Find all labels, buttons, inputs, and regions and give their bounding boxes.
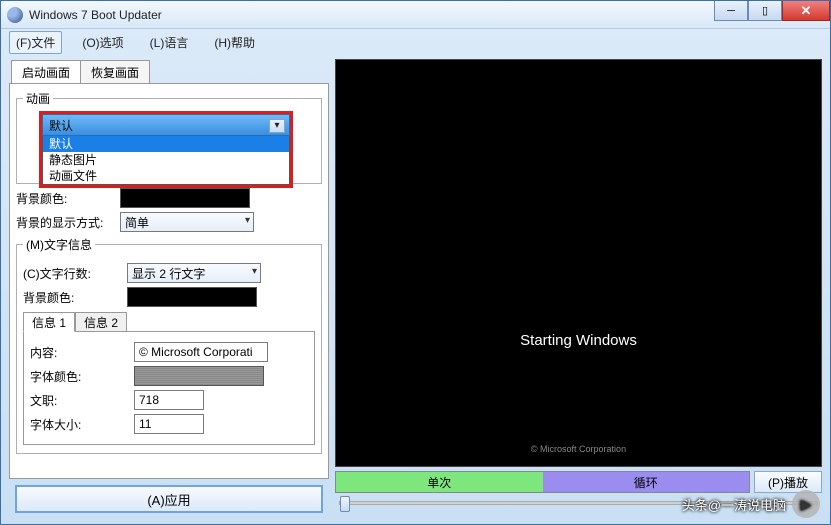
label-textlines: (C)文字行数: xyxy=(23,265,119,282)
animation-dropdown-open: 默认 ▾ 默认 静态图片 动画文件 xyxy=(39,111,293,188)
once-button[interactable]: 单次 xyxy=(336,472,543,492)
animation-legend: 动画 xyxy=(23,90,53,107)
preview-area: Starting Windows © Microsoft Corporation xyxy=(335,59,822,467)
loop-button[interactable]: 循环 xyxy=(543,472,750,492)
window-title: Windows 7 Boot Updater xyxy=(29,8,162,22)
textlines-combo[interactable]: 显示 2 行文字▾ xyxy=(127,263,261,283)
app-window: Windows 7 Boot Updater ─ ▯ ✕ (F)文件 (O)选项… xyxy=(0,0,831,525)
menu-bar: (F)文件 (O)选项 (L)语言 (H)帮助 xyxy=(1,29,830,55)
chevron-down-icon: ▾ xyxy=(252,266,257,277)
window-buttons: ─ ▯ ✕ xyxy=(714,1,830,21)
content-input[interactable] xyxy=(134,342,268,362)
maximize-button[interactable]: ▯ xyxy=(748,1,782,21)
menu-file[interactable]: (F)文件 xyxy=(9,31,62,54)
app-icon xyxy=(7,7,23,23)
row-textlines: (C)文字行数: 显示 2 行文字▾ xyxy=(23,263,315,283)
dropdown-option-animfile[interactable]: 动画文件 xyxy=(43,168,289,184)
preview-copyright: © Microsoft Corporation xyxy=(531,444,626,454)
fontsize-input[interactable] xyxy=(134,414,204,434)
bgcolor2-picker[interactable] xyxy=(127,287,257,307)
row-bgcolor: 背景颜色: xyxy=(16,188,322,208)
close-button[interactable]: ✕ xyxy=(782,1,830,21)
fontcolor-picker[interactable] xyxy=(134,366,264,386)
row-fontsize: 字体大小: xyxy=(30,414,308,434)
dropdown-option-static[interactable]: 静态图片 xyxy=(43,152,289,168)
dropdown-list: 默认 静态图片 动画文件 xyxy=(42,136,290,185)
chevron-down-icon: ▾ xyxy=(269,119,285,133)
info-panel: 内容: 字体颜色: 文职: 字体大小: xyxy=(23,331,315,445)
dropdown-selected[interactable]: 默认 ▾ xyxy=(42,114,290,136)
right-panel: Starting Windows © Microsoft Corporation… xyxy=(335,59,822,513)
label-fontcolor: 字体颜色: xyxy=(30,368,126,385)
tab-info2[interactable]: 信息 2 xyxy=(75,312,127,332)
textinfo-fieldset: (M)文字信息 (C)文字行数: 显示 2 行文字▾ 背景颜色: 信息 1 信息… xyxy=(16,236,322,454)
label-bgmode: 背景的显示方式: xyxy=(16,214,112,231)
watermark-icon: ▶ xyxy=(792,490,820,518)
label-content: 内容: xyxy=(30,344,126,361)
menu-options[interactable]: (O)选项 xyxy=(76,32,129,53)
label-bgcolor2: 背景颜色: xyxy=(23,289,119,306)
minimize-button[interactable]: ─ xyxy=(714,1,748,21)
slider-thumb[interactable] xyxy=(340,496,350,512)
apply-button[interactable]: (A)应用 xyxy=(15,485,323,513)
label-fontsize: 字体大小: xyxy=(30,416,126,433)
bgcolor-picker[interactable] xyxy=(120,188,250,208)
textinfo-legend: (M)文字信息 xyxy=(23,236,95,253)
info-tabs: 信息 1 信息 2 xyxy=(23,311,315,331)
row-position: 文职: xyxy=(30,390,308,410)
tab-boot-screen[interactable]: 启动画面 xyxy=(11,60,81,84)
dropdown-option-default[interactable]: 默认 xyxy=(43,136,289,152)
main-tabs: 启动画面 恢复画面 xyxy=(11,59,329,83)
tab-recovery-screen[interactable]: 恢复画面 xyxy=(81,60,150,84)
title-bar[interactable]: Windows 7 Boot Updater ─ ▯ ✕ xyxy=(1,1,830,29)
row-fontcolor: 字体颜色: xyxy=(30,366,308,386)
row-bgmode: 背景的显示方式: 简单▾ xyxy=(16,212,322,232)
menu-help[interactable]: (H)帮助 xyxy=(208,32,261,53)
tab-info1[interactable]: 信息 1 xyxy=(23,312,75,332)
chevron-down-icon: ▾ xyxy=(245,215,250,226)
preview-starting-text: Starting Windows xyxy=(520,332,637,349)
row-bgcolor2: 背景颜色: xyxy=(23,287,315,307)
label-position: 文职: xyxy=(30,392,126,409)
watermark: 头条@一涛说电脑 ▶ xyxy=(682,490,820,518)
row-content: 内容: xyxy=(30,342,308,362)
menu-language[interactable]: (L)语言 xyxy=(144,32,195,53)
bgmode-combo[interactable]: 简单▾ xyxy=(120,212,254,232)
position-input[interactable] xyxy=(134,390,204,410)
label-bgcolor: 背景颜色: xyxy=(16,190,112,207)
